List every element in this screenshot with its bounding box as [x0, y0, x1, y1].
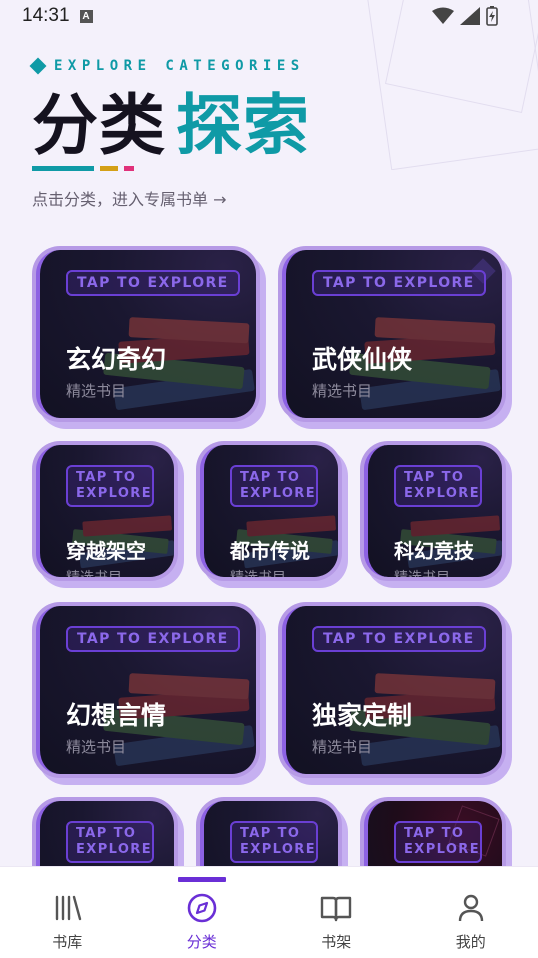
tap-to-explore-tag: TAP TO EXPLORE	[394, 465, 482, 507]
category-card-wuxia[interactable]: TAP TO EXPLORE 武侠仙侠 精选书目	[278, 246, 506, 422]
card-subtitle: 精选书目	[66, 738, 127, 756]
nav-label: 分类	[186, 933, 217, 951]
page-header: EXPLORE CATEGORIES 分类 探索 点击分类，进入专属书单 →	[29, 57, 309, 209]
category-card-dushi[interactable]: TAP TO EXPLORE 都市传说 精选书目	[196, 441, 342, 581]
nav-item-profile[interactable]: 我的	[404, 867, 538, 958]
decorative-lines	[338, 0, 538, 170]
tap-to-explore-tag: TAP TO EXPLORE	[66, 465, 154, 507]
notification-a-icon: A	[79, 9, 93, 23]
tap-to-explore-tag: TAP TO EXPLORE	[66, 821, 154, 863]
eyebrow: EXPLORE CATEGORIES	[29, 57, 305, 75]
category-card-kehuan[interactable]: TAP TO EXPLORE 科幻竞技 精选书目	[360, 441, 506, 581]
card-title: 穿越架空	[66, 539, 146, 563]
card-background: TAP TO EXPLORE 玄幻奇幻 精选书目	[36, 250, 256, 418]
card-title: 幻想言情	[66, 701, 167, 730]
card-subtitle: 精选书目	[66, 382, 127, 400]
library-icon	[56, 895, 82, 921]
tap-to-explore-tag: TAP TO EXPLORE	[230, 821, 318, 863]
tap-to-explore-tag: TAP TO EXPLORE	[66, 626, 240, 652]
user-icon	[458, 894, 483, 922]
category-card-xuanhuan[interactable]: TAP TO EXPLORE 玄幻奇幻 精选书目	[32, 246, 260, 422]
nav-label: 书库	[52, 933, 83, 951]
compass-icon	[187, 893, 217, 923]
card-subtitle: 精选书目	[312, 738, 373, 756]
card-background: TAP TO EXPLORE 幻想言情 精选书目	[36, 606, 256, 774]
category-card-dujia[interactable]: TAP TO EXPLORE 独家定制 精选书目	[278, 602, 506, 778]
tap-to-explore-tag: TAP TO EXPLORE	[394, 821, 482, 863]
page-subtitle: 点击分类，进入专属书单 →	[32, 190, 227, 209]
diamond-icon	[29, 57, 47, 75]
card-title: 独家定制	[312, 701, 413, 730]
card-background: TAP TO EXPLORE 独家定制 精选书目	[282, 606, 502, 774]
category-card-yanqing[interactable]: TAP TO EXPLORE 幻想言情 精选书目	[32, 602, 260, 778]
tap-to-explore-tag: TAP TO EXPLORE	[230, 465, 318, 507]
accent-bar-gold	[100, 166, 118, 171]
nav-label: 书架	[321, 933, 352, 951]
card-background: TAP TO EXPLORE 科幻竞技 精选书目	[364, 445, 502, 577]
card-title: 玄幻奇幻	[66, 345, 167, 374]
title-part2: 探索	[176, 87, 310, 164]
active-indicator	[177, 877, 226, 882]
title-part1: 分类	[32, 87, 166, 164]
accent-bar-pink	[124, 166, 134, 171]
accent-bar-teal	[32, 166, 94, 171]
page-title: 分类 探索	[32, 88, 310, 164]
tap-to-explore-tag: TAP TO EXPLORE	[312, 626, 486, 652]
card-title: 都市传说	[230, 539, 310, 563]
nav-item-bookshelf[interactable]: 书架	[269, 867, 404, 958]
nav-label: 我的	[455, 933, 486, 951]
status-time: 14:31	[22, 5, 70, 26]
card-title: 武侠仙侠	[312, 345, 413, 374]
tap-to-explore-tag: TAP TO EXPLORE	[66, 270, 240, 296]
card-title: 科幻竞技	[394, 539, 474, 563]
accent-bars	[32, 166, 134, 171]
card-subtitle: 精选书目	[230, 567, 286, 577]
card-subtitle: 精选书目	[66, 567, 122, 577]
card-background: TAP TO EXPLORE 武侠仙侠 精选书目	[282, 250, 502, 418]
book-open-icon	[321, 896, 352, 922]
card-background: TAP TO EXPLORE 穿越架空 精选书目	[36, 445, 174, 577]
tap-to-explore-tag: TAP TO EXPLORE	[312, 270, 486, 296]
card-background: TAP TO EXPLORE 都市传说 精选书目	[200, 445, 338, 577]
nav-item-library[interactable]: 书库	[0, 867, 135, 958]
nav-item-categories[interactable]: 分类	[135, 867, 270, 958]
card-subtitle: 精选书目	[394, 567, 450, 577]
eyebrow-text: EXPLORE CATEGORIES	[54, 58, 305, 74]
category-card-chuanyue[interactable]: TAP TO EXPLORE 穿越架空 精选书目	[32, 441, 178, 581]
bottom-nav: 书库 分类 书架 我的	[0, 866, 538, 958]
card-subtitle: 精选书目	[312, 382, 373, 400]
